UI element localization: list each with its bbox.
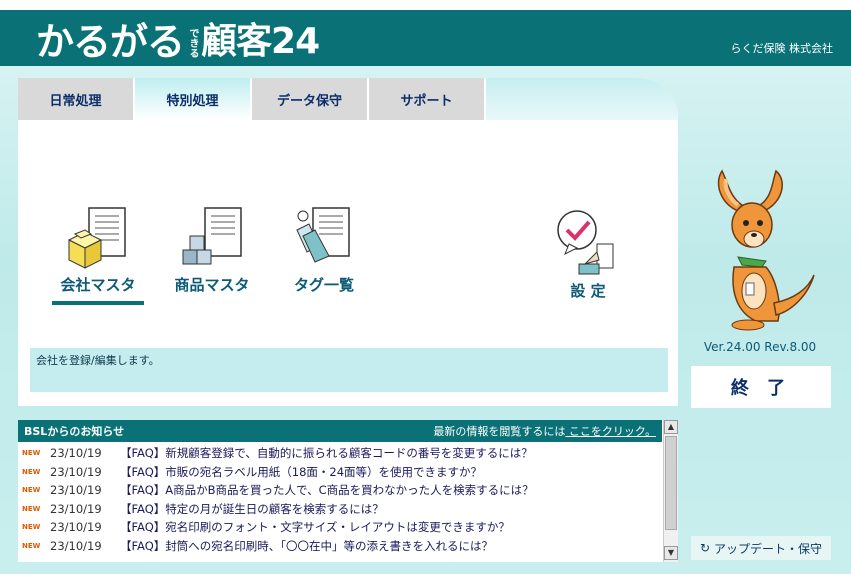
settings-button[interactable]: 設 定 [548,208,628,301]
news-item[interactable]: NEW 23/10/19 【FAQ】新規顧客登録で、自動的に振られる顧客コードの… [18,444,662,463]
kangaroo-mascot-icon [717,169,815,331]
company-name: らくだ保険 株式会社 [730,42,834,55]
selected-underline [52,301,144,305]
exit-button[interactable]: 終 了 [691,366,831,408]
app-logo: かるがる できる 顧客24 [36,14,320,64]
news-panel: BSLからのお知らせ 最新の情報を閲覧するには ここをクリック。 NEW 23/… [18,420,678,562]
update-maintenance-button[interactable]: ↻ アップデート・保守 [691,536,831,560]
new-badge: NEW [22,541,41,550]
news-date: 23/10/19 [50,464,102,479]
tag-list-icon [296,207,350,263]
new-badge: NEW [22,449,41,458]
tab-data-maintenance[interactable]: データ保守 [252,78,367,120]
new-badge: NEW [22,504,41,513]
news-link[interactable]: 【FAQ】封筒への宛名印刷時、「〇〇在中」等の添え書きを入れるには？ [120,538,493,554]
function-description: 会社を登録/編集します。 [30,348,668,392]
news-item[interactable]: NEW 23/10/19 【FAQ】市販の宛名ラベル用紙（18面・24面等）を使… [18,463,662,482]
tab-bar: 日常処理 特別処理 データ保守 サポート [18,78,486,120]
version-text: Ver.24.00 Rev.8.00 [703,340,817,354]
news-date: 23/10/19 [50,483,102,498]
news-more-text: 最新の情報を閲覧するには [433,425,566,438]
logo-main-text: かるがる [36,20,185,64]
settings-label: 設 定 [570,282,606,300]
news-header: BSLからのお知らせ 最新の情報を閲覧するには ここをクリック。 [18,420,662,442]
news-item[interactable]: NEW 23/10/19 【FAQ】封筒への宛名印刷時、「〇〇在中」等の添え書き… [18,537,662,556]
refresh-icon: ↻ [699,541,711,555]
company-master-icon [67,207,126,269]
news-item[interactable]: NEW 23/10/19 【FAQ】A商品かB商品を買った人で、C商品を買わなか… [18,481,662,500]
news-scrollbar[interactable]: ▲ ▼ [663,420,678,562]
product-master-button[interactable]: 商品マスタ [166,206,258,295]
company-master-button[interactable]: 会社マスタ [52,206,144,305]
tab-special[interactable]: 特別処理 [135,78,250,120]
company-master-label: 会社マスタ [60,276,136,294]
app-header: かるがる できる 顧客24 らくだ保険 株式会社 [0,10,851,66]
news-list: NEW 23/10/19 【FAQ】新規顧客登録で、自動的に振られる顧客コードの… [18,444,662,555]
tab-daily[interactable]: 日常処理 [18,78,133,120]
tag-list-label: タグ一覧 [293,276,354,294]
news-date: 23/10/19 [50,520,102,535]
news-link[interactable]: 【FAQ】新規顧客登録で、自動的に振られる顧客コードの番号を変更するには？ [120,445,533,461]
news-item[interactable]: NEW 23/10/19 【FAQ】宛名印刷のフォント・文字サイズ・レイアウトは… [18,518,662,537]
scroll-up-icon[interactable]: ▲ [664,420,678,434]
scroll-thumb[interactable] [665,436,677,530]
news-link[interactable]: 【FAQ】宛名印刷のフォント・文字サイズ・レイアウトは変更できますか？ [120,519,510,535]
product-master-icon [182,207,242,265]
product-master-label: 商品マスタ [174,276,250,294]
logo-brand-text: 顧客24 [201,21,320,62]
tab-support[interactable]: サポート [369,78,484,120]
news-link[interactable]: 【FAQ】A商品かB商品を買った人で、C商品を買わなかった人を検索するには？ [120,482,534,498]
tab-area-fill [486,78,678,120]
scroll-down-icon[interactable]: ▼ [664,546,678,560]
news-link[interactable]: 【FAQ】市販の宛名ラベル用紙（18面・24面等）を使用できますか？ [120,464,482,480]
news-item[interactable]: NEW 23/10/19 【FAQ】特定の月が誕生日の顧客を検索するには？ [18,500,662,519]
update-label: アップデート・保守 [714,541,823,556]
news-title: BSLからのお知らせ [24,425,125,438]
top-strip [0,0,851,10]
tag-list-button[interactable]: タグ一覧 [282,206,366,295]
new-badge: NEW [22,486,41,495]
logo-small-text: できる [187,28,199,58]
new-badge: NEW [22,467,41,476]
news-more-link[interactable]: ここをクリック。 [565,425,656,438]
news-date: 23/10/19 [50,538,102,553]
news-link[interactable]: 【FAQ】特定の月が誕生日の顧客を検索するには？ [120,501,384,517]
news-date: 23/10/19 [50,446,102,461]
news-date: 23/10/19 [50,501,102,516]
news-more: 最新の情報を閲覧するには ここをクリック。 [433,423,656,439]
settings-icon [557,210,614,275]
new-badge: NEW [22,523,41,532]
